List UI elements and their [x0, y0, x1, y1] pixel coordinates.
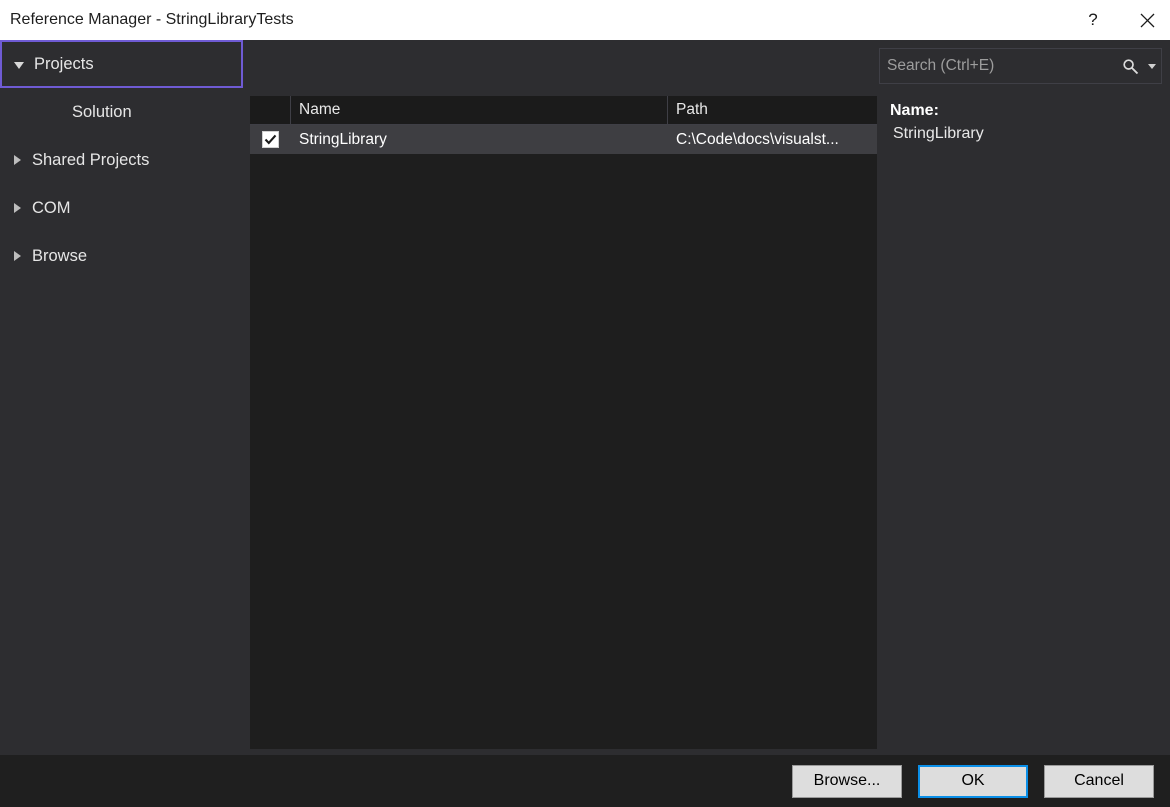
details-name-value: StringLibrary [890, 122, 1162, 146]
list-body: StringLibrary C:\Code\docs\visualst... [250, 125, 877, 154]
dialog-footer: Browse... OK Cancel [0, 755, 1170, 807]
row-path: C:\Code\docs\visualst... [668, 131, 877, 149]
chevron-down-icon[interactable] [1143, 64, 1161, 69]
search-icon[interactable] [1117, 58, 1143, 75]
sidebar-item-label: Projects [34, 55, 94, 74]
column-header-path[interactable]: Path [668, 96, 877, 124]
ok-button[interactable]: OK [918, 765, 1028, 798]
close-button[interactable] [1124, 0, 1170, 40]
category-sidebar: Projects Solution Shared Projects COM Br… [0, 40, 243, 755]
triangle-right-icon[interactable] [2, 203, 32, 213]
title-bar-buttons: ? [1070, 0, 1170, 40]
sidebar-item-solution[interactable]: Solution [0, 88, 243, 136]
triangle-down-icon[interactable] [4, 60, 34, 69]
sidebar-item-shared-projects[interactable]: Shared Projects [0, 136, 243, 184]
sidebar-item-label: Shared Projects [32, 151, 149, 170]
details-name-label: Name: [890, 100, 1162, 122]
row-name: StringLibrary [291, 131, 668, 149]
triangle-right-icon[interactable] [2, 251, 32, 261]
close-icon [1140, 13, 1155, 28]
table-row[interactable]: StringLibrary C:\Code\docs\visualst... [250, 125, 877, 154]
title-bar: Reference Manager - StringLibraryTests ? [0, 0, 1170, 40]
check-icon [264, 133, 277, 146]
sidebar-item-label: Solution [32, 103, 132, 122]
sidebar-item-com[interactable]: COM [0, 184, 243, 232]
row-checkbox-cell[interactable] [250, 131, 291, 148]
help-button[interactable]: ? [1070, 0, 1124, 40]
reference-list: Name Path StringLibrary C:\Code\docs\vis… [250, 96, 877, 749]
sidebar-item-label: COM [32, 199, 71, 218]
search-box[interactable] [879, 48, 1162, 84]
column-header-check[interactable] [250, 96, 291, 124]
list-header-row: Name Path [250, 96, 877, 125]
browse-button[interactable]: Browse... [792, 765, 902, 798]
question-mark-icon: ? [1088, 10, 1097, 30]
sidebar-item-label: Browse [32, 247, 87, 266]
checkbox-checked[interactable] [262, 131, 279, 148]
cancel-button[interactable]: Cancel [1044, 765, 1154, 798]
details-pane: Name: StringLibrary [890, 100, 1162, 146]
window-title: Reference Manager - StringLibraryTests [10, 11, 294, 29]
search-input[interactable] [880, 56, 1117, 76]
column-header-name[interactable]: Name [291, 96, 668, 124]
sidebar-item-browse[interactable]: Browse [0, 232, 243, 280]
sidebar-item-projects[interactable]: Projects [0, 40, 243, 88]
triangle-right-icon[interactable] [2, 155, 32, 165]
reference-manager-dialog: Reference Manager - StringLibraryTests ?… [0, 0, 1170, 807]
